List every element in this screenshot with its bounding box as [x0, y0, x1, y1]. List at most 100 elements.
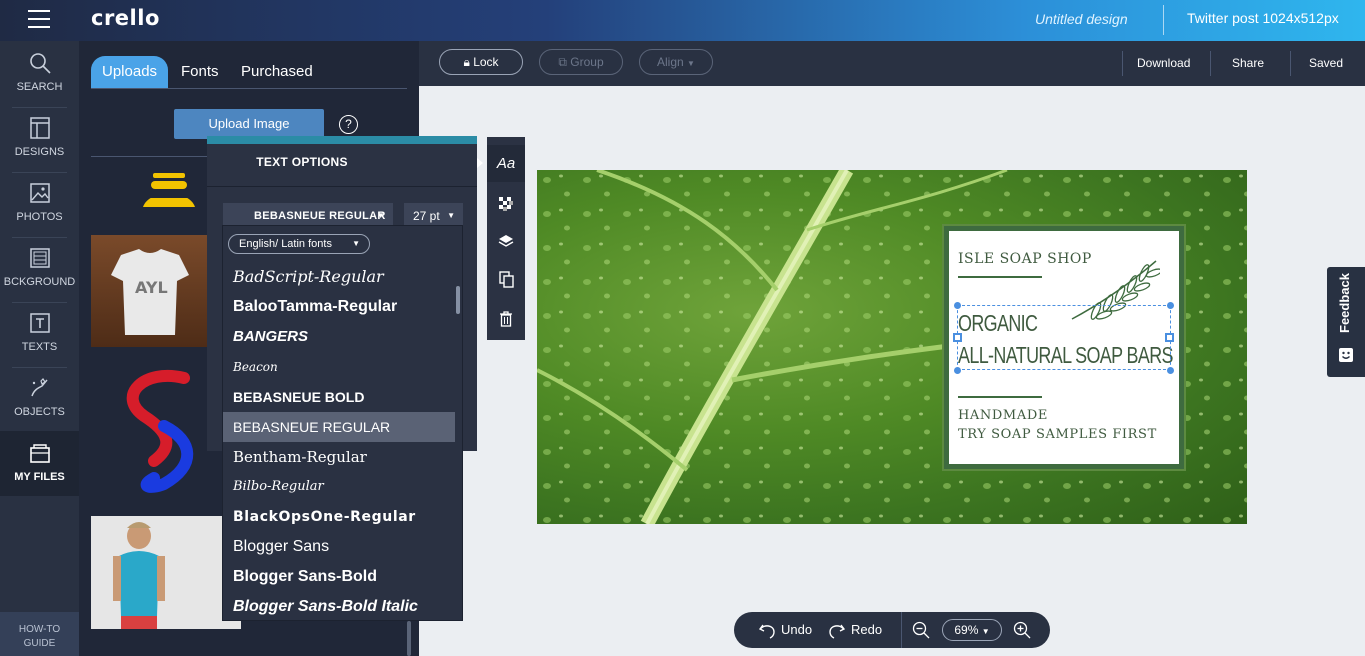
- nav-background[interactable]: BCKGROUND: [0, 236, 79, 301]
- search-icon: [29, 53, 51, 74]
- download-button[interactable]: Download: [1137, 56, 1190, 70]
- hamburger-menu-icon[interactable]: [28, 10, 50, 28]
- toolbar-divider: [901, 612, 902, 648]
- tab-purchased[interactable]: Purchased: [241, 56, 313, 88]
- design-size: Twitter post 1024x512px: [1187, 10, 1339, 26]
- text-selection-box[interactable]: [957, 305, 1171, 370]
- transparency-button[interactable]: [487, 185, 525, 222]
- resize-handle[interactable]: [1166, 301, 1175, 310]
- font-option[interactable]: BadScript-Regular: [223, 262, 455, 292]
- upload-thumbnail-tshirt[interactable]: AYL: [91, 235, 209, 347]
- toolbar-divider: [1290, 51, 1291, 76]
- undo-button[interactable]: Undo: [758, 612, 812, 648]
- upload-thumbnail-man[interactable]: [91, 516, 241, 629]
- panel-divider: [91, 156, 209, 157]
- redo-button[interactable]: Redo: [828, 612, 882, 648]
- card-divider: [958, 276, 1042, 278]
- group-button[interactable]: ⧉ Group: [539, 49, 623, 75]
- font-option[interactable]: Beacon: [223, 352, 455, 382]
- nav-designs[interactable]: DESIGNS: [0, 106, 79, 171]
- feedback-tab[interactable]: Feedback: [1327, 267, 1365, 377]
- chevron-down-icon: ▼: [352, 239, 360, 248]
- font-dropdown-list: English/ Latin fonts ▼ BadScript-Regular…: [222, 225, 463, 621]
- font-option[interactable]: BEBASNEUE BOLD: [223, 382, 455, 412]
- design-title[interactable]: Untitled design: [1035, 11, 1128, 27]
- canvas-toolbar: 🔒︎ Lock ⧉ Group Align ▼ Download Share S…: [419, 41, 1365, 86]
- texts-icon: [29, 313, 50, 333]
- resize-handle[interactable]: [953, 333, 962, 342]
- tab-uploads[interactable]: Uploads: [91, 56, 169, 88]
- nav-photos[interactable]: PHOTOS: [0, 171, 79, 236]
- align-button[interactable]: Align ▼: [639, 49, 713, 75]
- photos-icon: [29, 183, 50, 203]
- language-filter-select[interactable]: English/ Latin fonts ▼: [228, 234, 370, 254]
- header-divider: [1163, 5, 1164, 35]
- font-option[interactable]: Blogger Sans-Bold Italic: [223, 592, 455, 620]
- designs-icon: [29, 117, 50, 139]
- help-icon[interactable]: ?: [339, 115, 358, 134]
- tab-fonts[interactable]: Fonts: [181, 56, 219, 88]
- element-toolbar: Aa: [487, 137, 525, 340]
- upload-thumbnail-s-logo[interactable]: [114, 366, 209, 496]
- text-options-divider: [207, 186, 477, 187]
- toolbar-divider: [1122, 51, 1123, 76]
- zoom-in-icon: [1013, 621, 1031, 639]
- text-options-title: TEXT OPTIONS: [256, 155, 348, 169]
- lock-icon: 🔒︎: [463, 55, 470, 69]
- svg-text:AYL: AYL: [135, 278, 168, 297]
- font-option[interactable]: BANGERS: [223, 322, 455, 352]
- zoom-out-button[interactable]: [912, 612, 930, 648]
- resize-handle[interactable]: [1165, 333, 1174, 342]
- nav-search[interactable]: SEARCH: [0, 41, 79, 106]
- smiley-icon: [1339, 348, 1353, 362]
- duplicate-button[interactable]: [487, 261, 525, 298]
- chevron-down-icon: ▼: [981, 627, 990, 636]
- duplicate-icon: [498, 271, 514, 288]
- resize-handle[interactable]: [953, 366, 962, 375]
- background-icon: [29, 248, 50, 268]
- font-option-selected[interactable]: BEBASNEUE REGULAR: [223, 412, 455, 442]
- crello-logo[interactable]: crello: [91, 6, 160, 30]
- left-nav: SEARCH DESIGNS PHOTOS BCKGROUND TEXTS OB…: [0, 41, 79, 656]
- zoom-out-icon: [912, 621, 930, 639]
- zoom-level-select[interactable]: 69% ▼: [942, 619, 1002, 641]
- font-option[interactable]: Blogger Sans-Bold: [223, 562, 455, 592]
- group-icon: ⧉: [558, 55, 567, 69]
- font-option[interactable]: Bilbo-Regular: [223, 472, 455, 502]
- resize-handle[interactable]: [1166, 366, 1175, 375]
- undo-icon: [758, 624, 775, 639]
- folder-icon: [29, 444, 50, 463]
- zoom-in-button[interactable]: [1013, 612, 1031, 648]
- share-button[interactable]: Share: [1232, 56, 1264, 70]
- font-option[interactable]: Blogger Sans: [223, 532, 455, 562]
- toolbar-divider: [1210, 51, 1211, 76]
- popup-pointer: [477, 158, 483, 168]
- how-to-guide[interactable]: HOW-TO GUIDE: [0, 612, 79, 656]
- font-option[interactable]: BlackOpsOne-Regular: [223, 502, 455, 532]
- upload-thumbnail-hat[interactable]: [129, 169, 209, 219]
- objects-icon: [30, 378, 48, 397]
- bottom-toolbar: Undo Redo 69% ▼: [734, 612, 1050, 648]
- font-option[interactable]: BalooTamma-Regular: [223, 292, 455, 322]
- panel-scrollbar[interactable]: [407, 621, 411, 656]
- text-options-button[interactable]: Aa: [487, 145, 525, 182]
- try-samples-text[interactable]: TRY SOAP SAMPLES FIRST: [958, 427, 1157, 442]
- chevron-down-icon: ▼: [687, 59, 695, 68]
- delete-button[interactable]: [487, 300, 525, 337]
- card-divider: [958, 396, 1042, 398]
- upload-image-button[interactable]: Upload Image: [174, 109, 324, 139]
- transparency-icon: [499, 196, 513, 211]
- nav-objects[interactable]: OBJECTS: [0, 366, 79, 431]
- handmade-text[interactable]: HANDMADE: [958, 408, 1048, 423]
- resize-handle[interactable]: [953, 301, 962, 310]
- nav-my-files[interactable]: MY FILES: [0, 431, 79, 496]
- trash-icon: [500, 310, 512, 327]
- font-option[interactable]: Bentham-Regular: [223, 442, 455, 472]
- layers-icon: [498, 234, 514, 247]
- redo-icon: [829, 624, 846, 639]
- nav-texts[interactable]: TEXTS: [0, 301, 79, 366]
- panel-tabs: Uploads Fonts Purchased: [91, 56, 407, 89]
- lock-button[interactable]: 🔒︎ Lock: [439, 49, 523, 75]
- layers-button[interactable]: [487, 222, 525, 259]
- font-list-scrollbar[interactable]: [456, 286, 460, 314]
